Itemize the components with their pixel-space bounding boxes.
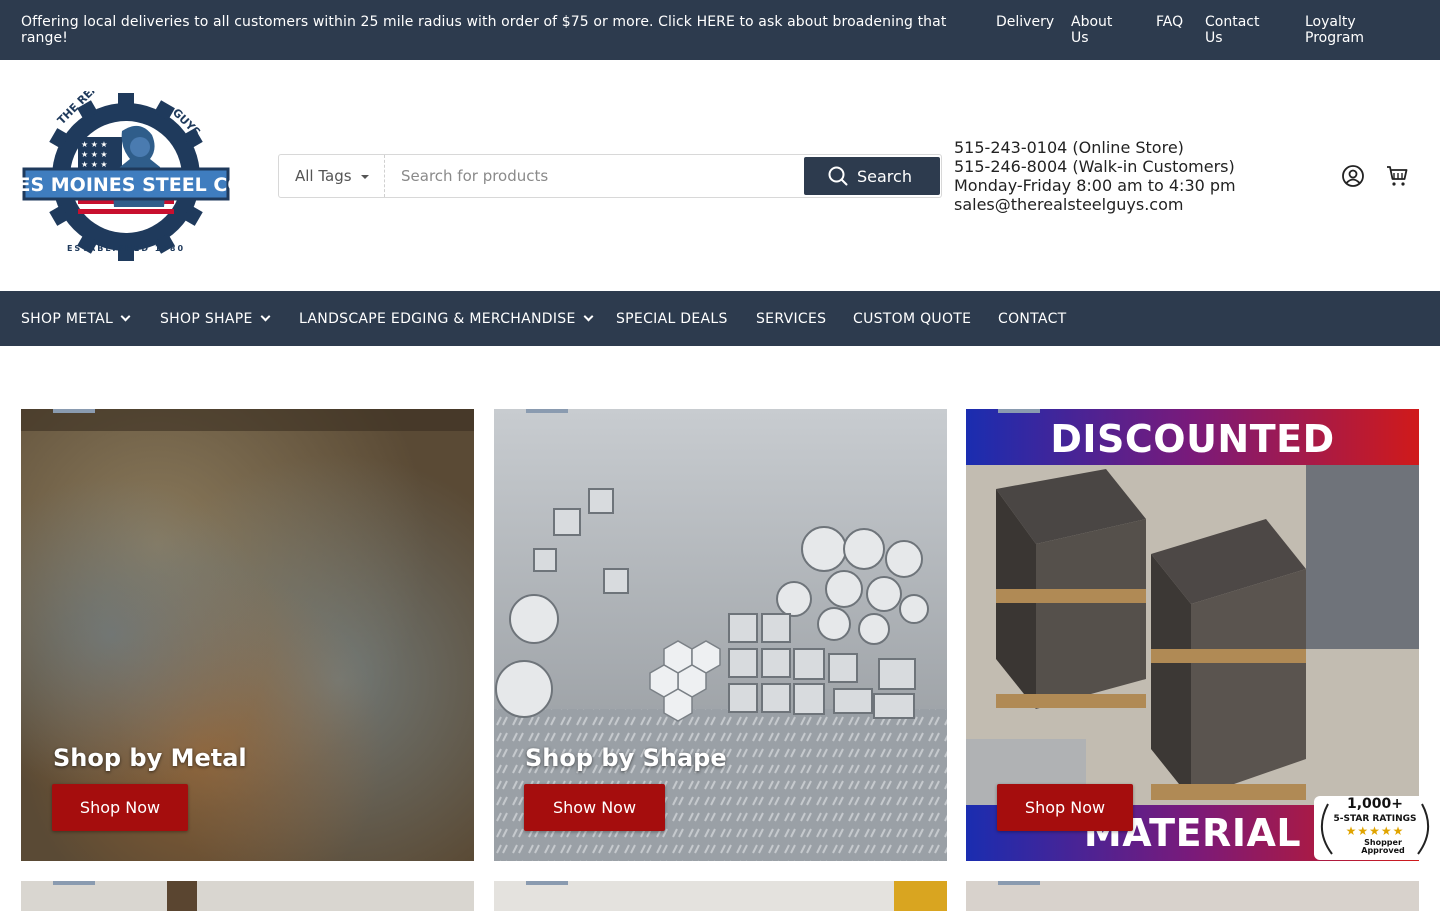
top-link-contact-us[interactable]: Contact Us: [1205, 14, 1275, 46]
nav-item-label: SHOP SHAPE: [160, 311, 253, 327]
shop-now-button[interactable]: Shop Now: [52, 784, 188, 831]
cart-icon[interactable]: [1385, 164, 1409, 188]
nav-item-shop-metal[interactable]: SHOP METAL: [21, 311, 131, 327]
top-link-delivery[interactable]: Delivery: [996, 14, 1054, 30]
card-title: Shop by Shape: [525, 744, 727, 772]
announcement-message[interactable]: Offering local deliveries to all custome…: [21, 14, 971, 46]
nav-item-label: SPECIAL DEALS: [616, 311, 728, 327]
nav-item-shop-shape[interactable]: SHOP SHAPE: [160, 311, 271, 327]
search-button[interactable]: Search: [804, 157, 940, 195]
search-input[interactable]: [386, 155, 802, 197]
nav-item-special-deals[interactable]: SPECIAL DEALS: [616, 311, 728, 327]
top-link-faq[interactable]: FAQ: [1156, 14, 1183, 30]
card-tab: [998, 409, 1040, 413]
contact-info: 515-243-0104 (Online Store) 515-246-8004…: [954, 138, 1236, 214]
card-tab: [53, 881, 95, 885]
svg-text:ESTABLISHED 1980: ESTABLISHED 1980: [67, 244, 185, 253]
chevron-down-icon: [583, 311, 594, 322]
svg-text:★ ★ ★: ★ ★ ★: [81, 150, 108, 159]
phone-online-store[interactable]: 515-243-0104 (Online Store): [954, 138, 1236, 157]
nav-item-landscape-edging[interactable]: LANDSCAPE EDGING & MERCHANDISE: [299, 311, 594, 327]
top-link-about-us[interactable]: About Us: [1071, 14, 1131, 46]
nav-item-label: CUSTOM QUOTE: [853, 311, 972, 327]
card-tab: [998, 881, 1040, 885]
nav-item-label: SHOP METAL: [21, 311, 114, 327]
card-tab: [526, 409, 568, 413]
announcement-bar: Offering local deliveries to all custome…: [0, 0, 1440, 60]
nav-item-label: SERVICES: [756, 311, 827, 327]
badge-brand: Shopper Approved: [1361, 838, 1405, 855]
nav-item-label: CONTACT: [998, 311, 1067, 327]
category-card-discounted[interactable]: DISCOUNTED MATERIAL Shop Now: [966, 409, 1419, 861]
card-title: Shop by Metal: [53, 744, 247, 772]
category-card-metal[interactable]: Shop by Metal Shop Now: [21, 409, 474, 861]
site-logo[interactable]: ★ ★ ★ ★ ★ ★ ★ ★ ★ DES MOINES STEEL CO. T…: [2, 47, 250, 263]
nav-item-services[interactable]: SERVICES: [756, 311, 826, 327]
tags-dropdown[interactable]: All Tags: [279, 155, 385, 197]
svg-text:DES MOINES STEEL CO.: DES MOINES STEEL CO.: [22, 174, 230, 196]
show-now-button[interactable]: Show Now: [524, 784, 665, 831]
badge-count: 1,000+: [1346, 796, 1403, 812]
phone-walk-in[interactable]: 515-246-8004 (Walk-in Customers): [954, 157, 1236, 176]
shopper-approved-badge[interactable]: 1,000+ 5-STAR RATINGS ★★★★★ Shopper Appr…: [1314, 796, 1436, 860]
top-link-loyalty-program[interactable]: Loyalty Program: [1305, 14, 1395, 46]
card-tab: [53, 409, 95, 413]
badge-label: 5-STAR RATINGS: [1333, 814, 1417, 824]
category-card-shape[interactable]: Shop by Shape Show Now: [494, 409, 947, 861]
category-card-row2-3[interactable]: [966, 881, 1419, 911]
category-card-row2-2[interactable]: [494, 881, 947, 911]
shop-now-button[interactable]: Shop Now: [997, 784, 1133, 831]
tags-dropdown-label: All Tags: [295, 167, 352, 185]
chevron-down-icon: [260, 311, 271, 322]
star-rating-icon: ★★★★★: [1345, 824, 1405, 838]
svg-text:★ ★ ★: ★ ★ ★: [81, 140, 108, 149]
nav-item-label: LANDSCAPE EDGING & MERCHANDISE: [299, 311, 576, 327]
account-icon[interactable]: [1341, 164, 1365, 188]
discounted-banner: DISCOUNTED: [966, 409, 1419, 465]
main-nav: SHOP METAL SHOP SHAPE LANDSCAPE EDGING &…: [0, 291, 1440, 346]
caret-down-icon: [361, 175, 369, 179]
search-bar: All Tags Search: [278, 154, 942, 198]
search-icon: [828, 166, 848, 186]
nav-item-contact[interactable]: CONTACT: [998, 311, 1067, 327]
site-header: ★ ★ ★ ★ ★ ★ ★ ★ ★ DES MOINES STEEL CO. T…: [0, 47, 1440, 291]
banner-top-text: DISCOUNTED: [1050, 417, 1335, 461]
search-button-label: Search: [857, 167, 912, 186]
chevron-down-icon: [120, 311, 131, 322]
card-tab: [526, 881, 568, 885]
contact-email[interactable]: sales@therealsteelguys.com: [954, 195, 1236, 214]
category-card-row2-1[interactable]: [21, 881, 474, 911]
business-hours: Monday-Friday 8:00 am to 4:30 pm: [954, 176, 1236, 195]
nav-item-custom-quote[interactable]: CUSTOM QUOTE: [853, 311, 971, 327]
